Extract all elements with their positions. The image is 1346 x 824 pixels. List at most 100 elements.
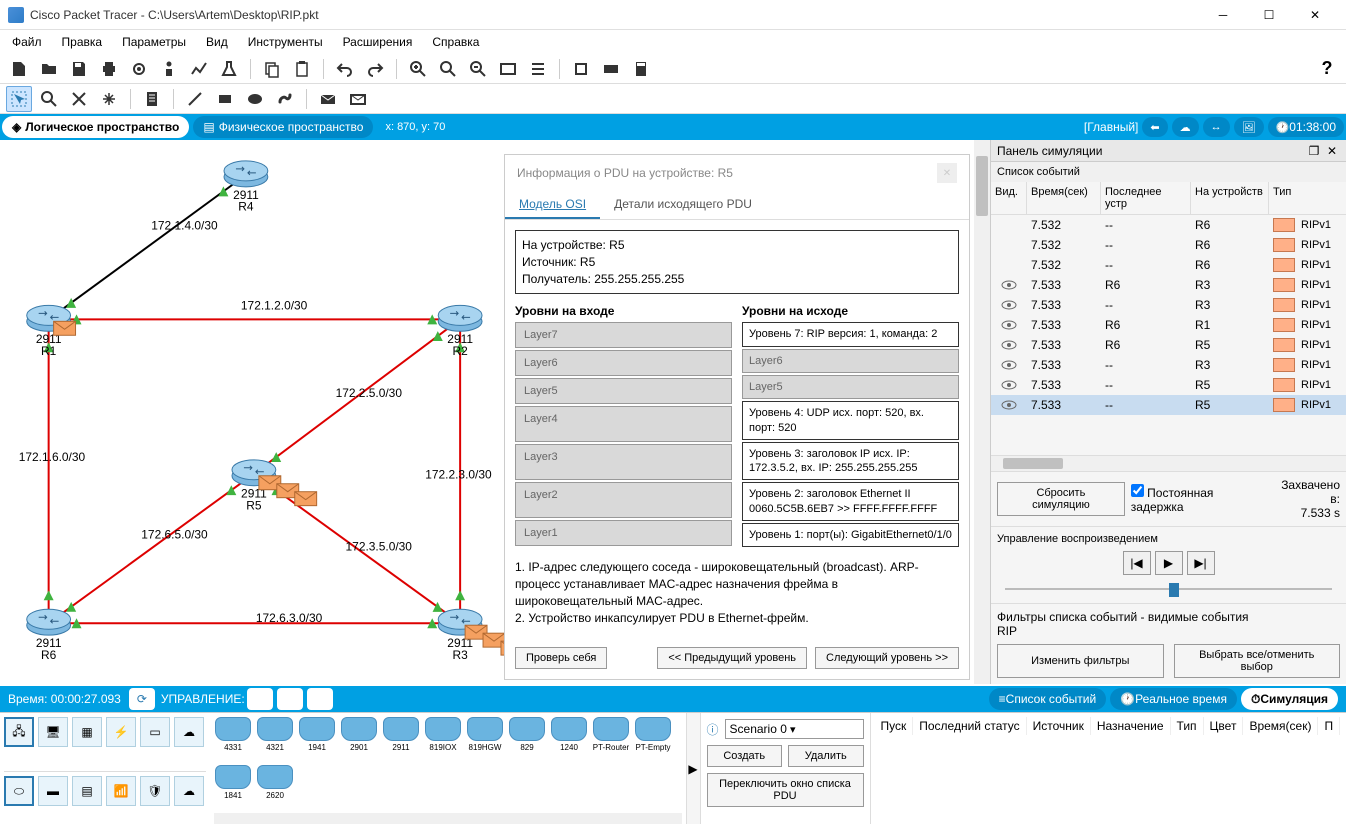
physical-workspace-tab[interactable]: ▤ Физическое пространство (193, 116, 373, 138)
cat-misc[interactable]: ▭ (140, 717, 170, 747)
device-model-item[interactable]: 2911 (382, 717, 420, 761)
freeform-tool-icon[interactable] (272, 86, 298, 112)
panel-collapse-button[interactable]: ▶ (686, 713, 700, 824)
select-tool-icon[interactable] (6, 86, 32, 112)
cat-components[interactable]: ▦ (72, 717, 102, 747)
device-model-item[interactable]: 2620 (256, 765, 294, 809)
event-row[interactable]: 7.533--R5RIPv1 (991, 395, 1346, 415)
redo-icon[interactable] (362, 56, 388, 82)
in-layer7[interactable]: Layer7 (515, 322, 732, 348)
cat-network-devices[interactable]: 🖧 (4, 717, 34, 747)
in-layer1[interactable]: Layer1 (515, 520, 732, 546)
scenario-info-icon[interactable]: ⓘ (707, 721, 719, 738)
device-model-item[interactable]: PT-Router (592, 717, 630, 761)
device-model-item[interactable]: 4321 (256, 717, 294, 761)
ctrl-play-button[interactable]: ▶ (277, 688, 303, 710)
playback-speed-slider[interactable] (997, 581, 1340, 597)
device-icon[interactable] (598, 56, 624, 82)
pdu-tab-osi[interactable]: Модель OSI (505, 191, 600, 219)
pdu-list-column[interactable]: Назначение (1091, 717, 1171, 735)
menu-help[interactable]: Справка (424, 33, 487, 51)
info-icon[interactable] (156, 56, 182, 82)
cat-connections[interactable]: ⚡ (106, 717, 136, 747)
event-row[interactable]: 7.533R6R3RIPv1 (991, 275, 1346, 295)
step-forward-button[interactable]: ▶| (1187, 551, 1215, 575)
type-wireless[interactable]: 📶 (106, 776, 136, 806)
type-hubs[interactable]: ▤ (72, 776, 102, 806)
inspect-tool-icon[interactable] (36, 86, 62, 112)
event-row[interactable]: 7.533--R5RIPv1 (991, 375, 1346, 395)
out-layer7[interactable]: Уровень 7: RIP версия: 1, команда: 2 (742, 322, 959, 346)
ellipse-tool-icon[interactable] (242, 86, 268, 112)
reset-sim-button[interactable]: Сбросить симуляцию (997, 482, 1125, 516)
delete-tool-icon[interactable] (66, 86, 92, 112)
paste-icon[interactable] (289, 56, 315, 82)
play-button[interactable]: ▶ (1155, 551, 1183, 575)
logical-workspace-tab[interactable]: ◈ Логическое пространство (2, 116, 189, 138)
toggle-pdu-list-button[interactable]: Переключить окно списка PDU (707, 773, 864, 807)
menu-view[interactable]: Вид (198, 33, 236, 51)
event-row[interactable]: 7.533--R3RIPv1 (991, 355, 1346, 375)
canvas-vscrollbar[interactable] (974, 140, 990, 684)
event-row[interactable]: 7.533R6R1RIPv1 (991, 315, 1346, 335)
step-back-button[interactable]: |◀ (1123, 551, 1151, 575)
event-list-tab[interactable]: ≡ Список событий (989, 688, 1106, 710)
router-R6[interactable]: 2911R6 (27, 609, 71, 662)
close-button[interactable]: ✕ (1292, 0, 1338, 30)
scenario-create-button[interactable]: Создать (707, 745, 783, 767)
drawing-icon[interactable] (495, 56, 521, 82)
menu-tools[interactable]: Инструменты (240, 33, 331, 51)
out-layer1[interactable]: Уровень 1: порт(ы): GigabitEthernet0/1/0 (742, 523, 959, 547)
event-row[interactable]: 7.533--R3RIPv1 (991, 295, 1346, 315)
cat-end-devices[interactable]: 🖥 (38, 717, 68, 747)
pdu-next-button[interactable]: Следующий уровень >> (815, 647, 959, 669)
activity-icon[interactable] (186, 56, 212, 82)
out-layer4[interactable]: Уровень 4: UDP исх. порт: 520, вх. порт:… (742, 401, 959, 440)
lab-icon[interactable] (216, 56, 242, 82)
type-security[interactable]: 🛡 (140, 776, 170, 806)
pdu-list-column[interactable]: Источник (1027, 717, 1091, 735)
sim-panel-restore-icon[interactable]: ❐ (1306, 143, 1322, 159)
event-row[interactable]: 7.532--R6RIPv1 (991, 255, 1346, 275)
out-layer5[interactable]: Layer5 (742, 375, 959, 399)
ctrl-fwd-button[interactable]: ▶| (307, 688, 333, 710)
pdu-list-column[interactable]: Пуск (875, 717, 914, 735)
nav-cloud-button[interactable]: ☁ (1172, 117, 1199, 137)
pdu-list-column[interactable]: П (1318, 717, 1340, 735)
ctrl-back-button[interactable]: |◀ (247, 688, 273, 710)
resize-tool-icon[interactable] (96, 86, 122, 112)
in-layer3[interactable]: Layer3 (515, 444, 732, 480)
simulation-mode-tab[interactable]: ⏱ Симуляция (1241, 688, 1338, 710)
event-row[interactable]: 7.532--R6RIPv1 (991, 235, 1346, 255)
link-R4-R1[interactable] (49, 175, 246, 319)
help-icon[interactable]: ? (1314, 56, 1340, 82)
in-layer5[interactable]: Layer5 (515, 378, 732, 404)
maximize-button[interactable]: ☐ (1246, 0, 1292, 30)
save-icon[interactable] (66, 56, 92, 82)
zoom-reset-icon[interactable] (435, 56, 461, 82)
device-model-item[interactable]: 829 (508, 717, 546, 761)
pdu-list-column[interactable]: Тип (1171, 717, 1204, 735)
menu-extensions[interactable]: Расширения (335, 33, 421, 51)
scenario-select[interactable]: Scenario 0 ▾ (725, 719, 864, 739)
eth-time[interactable]: Время(сек) (1027, 182, 1101, 214)
device-model-item[interactable]: 1240 (550, 717, 588, 761)
pdu-list-column[interactable]: Время(сек) (1243, 717, 1318, 735)
out-layer2[interactable]: Уровень 2: заголовок Ethernet II 0060.5C… (742, 482, 959, 521)
minimize-button[interactable]: ─ (1200, 0, 1246, 30)
realtime-mode-tab[interactable]: 🕐 Реальное время (1110, 688, 1237, 710)
link-R5-R6[interactable] (49, 474, 254, 623)
edit-filters-button[interactable]: Изменить фильтры (997, 644, 1164, 678)
undo-icon[interactable] (332, 56, 358, 82)
type-switches[interactable]: ▬ (38, 776, 68, 806)
device-model-item[interactable]: 2901 (340, 717, 378, 761)
eth-vis[interactable]: Вид. (991, 182, 1027, 214)
sim-panel-close-icon[interactable]: ✕ (1324, 143, 1340, 159)
zoom-out-icon[interactable] (465, 56, 491, 82)
toggle-all-filters-button[interactable]: Выбрать все/отменить выбор (1174, 644, 1341, 678)
eth-last[interactable]: Последнее устр (1101, 182, 1191, 214)
zoom-in-icon[interactable] (405, 56, 431, 82)
device-model-item[interactable]: 1841 (214, 765, 252, 809)
line-tool-icon[interactable] (182, 86, 208, 112)
menu-options[interactable]: Параметры (114, 33, 194, 51)
